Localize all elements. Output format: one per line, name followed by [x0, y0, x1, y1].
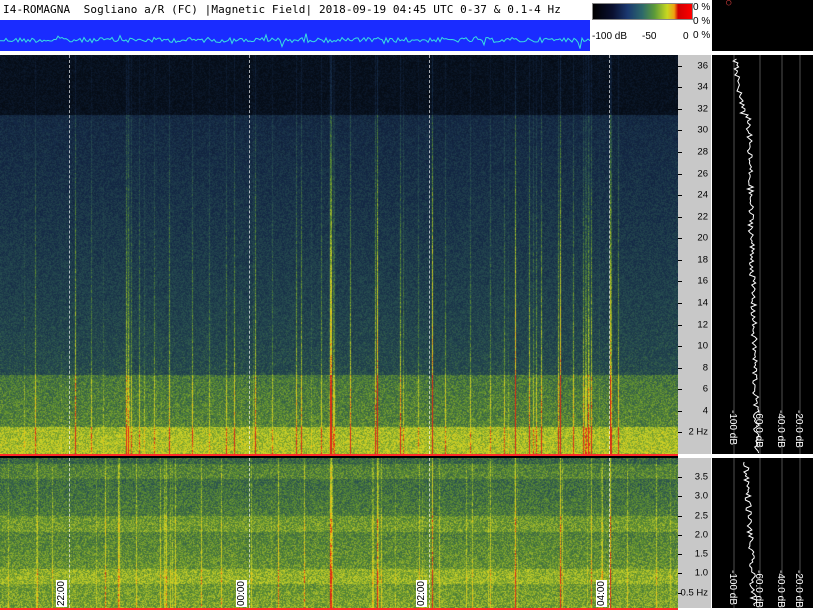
axis-tick: [678, 238, 682, 240]
axis-tick: [678, 534, 682, 536]
profile-line: [732, 58, 761, 454]
axis-tick: [678, 152, 682, 154]
axis-tick: [678, 87, 682, 89]
spectrogram-low: 22:00 00:00 02:00 04:00: [0, 458, 678, 608]
spectrogram-high-canvas: [0, 55, 678, 454]
colorbar-max-label: 0: [683, 31, 689, 42]
waveform-strip: [0, 20, 590, 51]
time-gridline: [69, 55, 70, 454]
axis-tick-label: 2.0: [694, 529, 708, 541]
axis-tick-label: 3.0: [694, 490, 708, 502]
axis-tick: [678, 410, 682, 412]
frequency-axis-low: 3.5 3.0 2.5 2.0 1.5 1.0 0.5 Hz: [678, 458, 711, 608]
axis-tick: [678, 281, 682, 283]
time-label: 00:00: [236, 580, 247, 608]
db-label: -40.0 dB: [775, 570, 786, 608]
db-label: -100 dB: [727, 570, 738, 606]
profile-header: ○: [712, 0, 813, 51]
colorbar-pct-1: 0 %: [693, 2, 711, 13]
axis-tick-label: 2.5: [694, 510, 708, 522]
spectrogram-low-canvas: [0, 458, 678, 608]
axis-tick-label: 1.0: [694, 567, 708, 579]
axis-tick-label: 32: [697, 103, 708, 115]
axis-tick: [678, 324, 682, 326]
time-gridline: [609, 458, 610, 608]
axis-tick: [678, 477, 682, 479]
db-label: -20.0 dB: [793, 410, 804, 448]
waveform-plot: [0, 20, 590, 51]
axis-tick-label: 16: [697, 275, 708, 287]
axis-tick: [678, 216, 682, 218]
axis-tick-label: 14: [697, 297, 708, 309]
axis-tick-label: 2 Hz: [688, 426, 708, 438]
axis-tick: [678, 195, 682, 197]
axis-tick-label: 18: [697, 254, 708, 266]
axis-tick-label: 8: [702, 362, 708, 374]
axis-tick-label: 0.5 Hz: [680, 587, 708, 599]
db-label: -20.0 dB: [793, 570, 804, 608]
axis-tick: [678, 389, 682, 391]
time-gridline: [249, 458, 250, 608]
axis-tick-label: 22: [697, 211, 708, 223]
axis-tick: [678, 367, 682, 369]
profile-plot-high: [732, 55, 801, 454]
db-label: -40.0 dB: [775, 410, 786, 448]
frequency-axis-high: 36 34 32 30 28 26 24 22 20 18 16 14 12 10 8 6 4 2 Hz: [678, 55, 711, 454]
axis-tick-label: 20: [697, 232, 708, 244]
spectrum-profile-high: -100 dB -60.0 dB -40.0 dB -20.0 dB: [712, 55, 813, 454]
axis-tick: [678, 346, 682, 348]
axis-tick: [678, 130, 682, 132]
page-title: I4-ROMAGNA Sogliano a/R (FC) |Magnetic F…: [3, 3, 561, 16]
axis-tick-label: 6: [702, 383, 708, 395]
axis-tick-label: 28: [697, 146, 708, 158]
db-label: -60.0 dB: [753, 570, 764, 608]
colorbar-gradient: [592, 3, 693, 20]
axis-tick-label: 1.5: [694, 548, 708, 560]
axis-tick: [678, 259, 682, 261]
header-bar: I4-ROMAGNA Sogliano a/R (FC) |Magnetic F…: [0, 0, 590, 21]
colorbar-legend: 0 % 0 % 0 % -100 dB -50 0: [590, 0, 712, 51]
axis-tick-label: 30: [697, 124, 708, 136]
axis-tick: [678, 108, 682, 110]
colorbar-pct-3: 0 %: [693, 30, 711, 41]
axis-tick: [678, 515, 682, 517]
axis-tick: [678, 554, 682, 556]
db-label: -60.0 dB: [753, 410, 764, 448]
db-label: -100 dB: [727, 410, 738, 446]
axis-tick-label: 4: [702, 405, 708, 417]
axis-tick: [678, 65, 682, 67]
colorbar-mid-label: -50: [642, 31, 657, 42]
axis-tick: [678, 573, 682, 575]
time-gridline: [429, 55, 430, 454]
axis-tick: [678, 303, 682, 305]
axis-tick-label: 10: [697, 340, 708, 352]
axis-tick-label: 3.5: [694, 471, 708, 483]
axis-tick-label: 24: [697, 189, 708, 201]
time-gridline: [609, 55, 610, 454]
time-label: 04:00: [596, 580, 607, 608]
axis-tick: [678, 432, 682, 434]
axis-tick-label: 12: [697, 319, 708, 331]
colorbar-min-label: -100 dB: [592, 31, 628, 42]
time-gridline: [249, 55, 250, 454]
axis-tick-label: 36: [697, 60, 708, 72]
spectrum-profile-low: -100 dB -60.0 dB -40.0 dB -20.0 dB: [712, 458, 813, 608]
time-label: 02:00: [416, 580, 427, 608]
time-gridline: [69, 458, 70, 608]
axis-tick: [678, 173, 682, 175]
spectrogram-high: [0, 55, 678, 454]
time-label: 22:00: [56, 580, 67, 608]
peak-marker-icon: ○: [726, 0, 732, 8]
axis-tick-label: 34: [697, 81, 708, 93]
time-gridline: [429, 458, 430, 608]
axis-tick-label: 26: [697, 168, 708, 180]
colorbar-pct-2: 0 %: [693, 16, 711, 27]
axis-tick: [678, 496, 682, 498]
